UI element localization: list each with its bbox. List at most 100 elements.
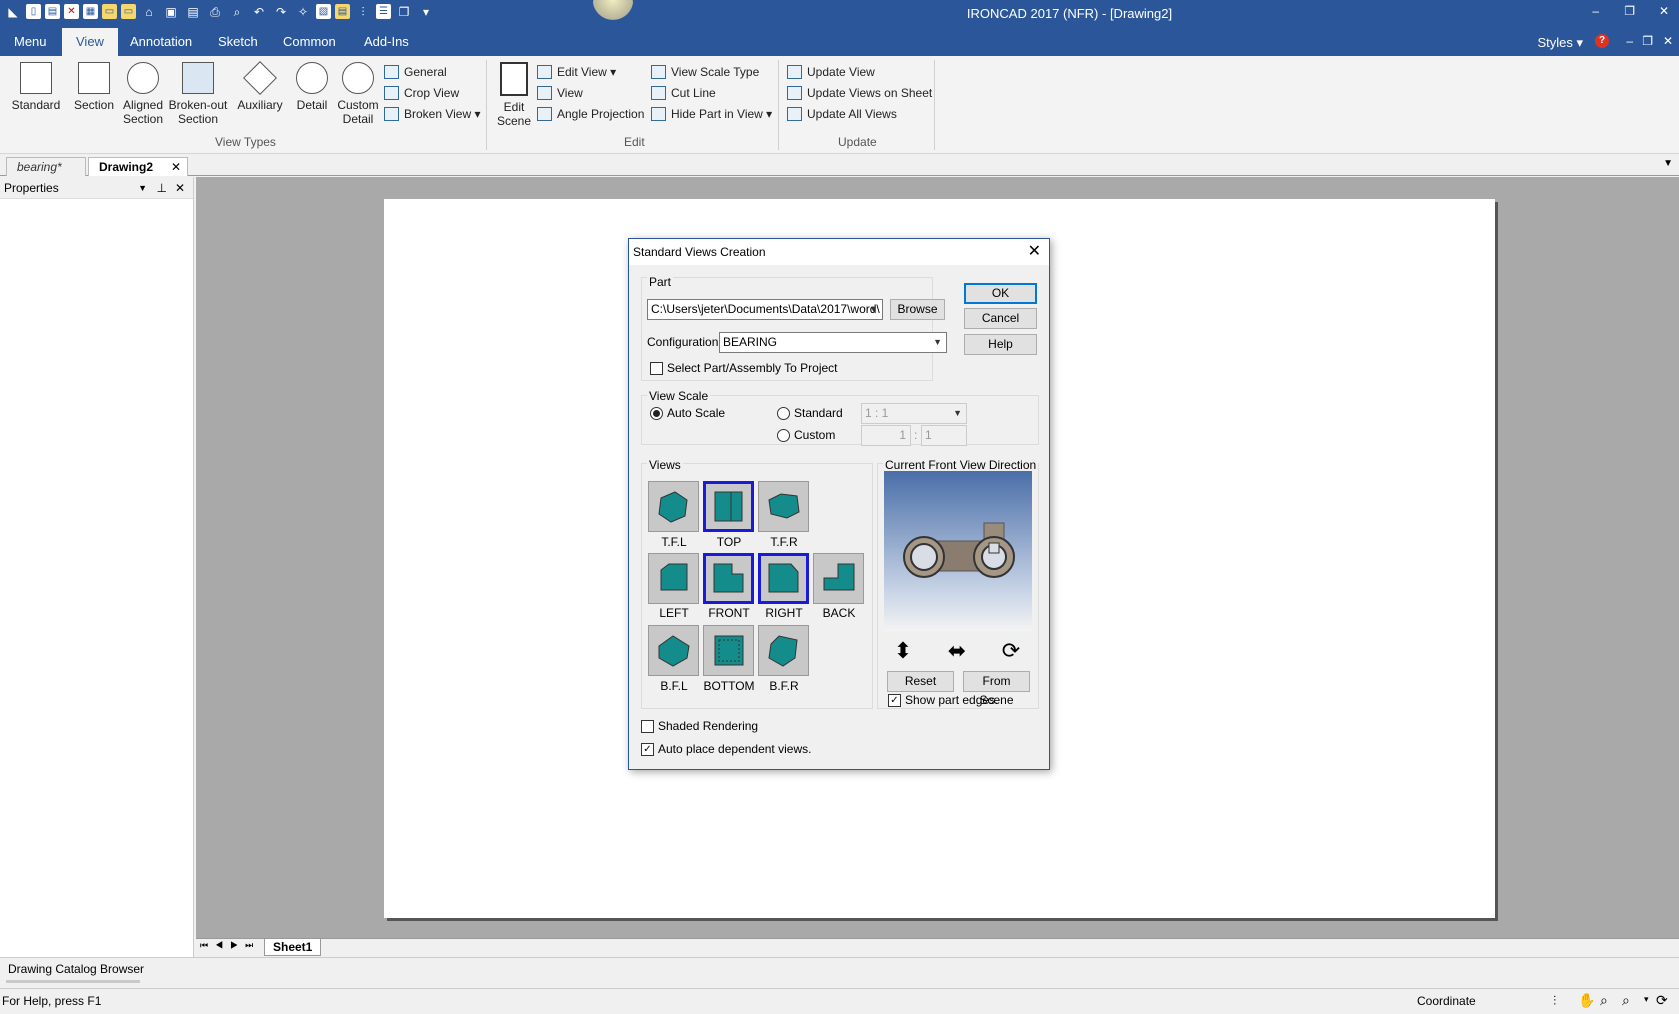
cancel-button[interactable]: Cancel xyxy=(964,308,1037,329)
flip-horizontal-button[interactable]: ⬌ xyxy=(939,636,975,668)
dialog-title: Standard Views Creation xyxy=(633,245,766,259)
pan-icon[interactable]: ✋ xyxy=(1578,992,1595,1009)
reset-button[interactable]: Reset xyxy=(887,671,954,692)
sheet-nav-arrows[interactable]: ⏮◀▶⏭ xyxy=(200,940,260,951)
pin-icon[interactable]: ⊥ xyxy=(157,177,167,199)
tab-add-ins[interactable]: Add-Ins xyxy=(350,28,423,56)
panel-close-icon[interactable]: ✕ xyxy=(175,177,185,199)
front-direction-preview xyxy=(884,471,1032,631)
standard-view-button[interactable]: Standard xyxy=(10,62,62,112)
app-title: IRONCAD 2017 (NFR) - [Drawing2] xyxy=(966,6,1173,21)
show-part-edges-checkbox[interactable]: ✓ Show part edges. xyxy=(888,693,998,709)
view-bfl-button[interactable] xyxy=(648,625,699,676)
rotate-view-icon[interactable]: ⟳ xyxy=(1656,992,1668,1009)
ruler-tool-icon[interactable]: ⫶ xyxy=(1553,993,1556,1009)
auxiliary-view-button[interactable]: Auxiliary xyxy=(234,61,286,112)
tab-view[interactable]: View xyxy=(62,28,118,56)
view-back-button[interactable] xyxy=(813,553,864,604)
styles-menu[interactable]: Styles ▾ xyxy=(1537,35,1583,51)
configuration-combo[interactable]: BEARING ▼ xyxy=(719,332,947,353)
part-path-combo[interactable]: C:\Users\jeter\Documents\Data\2017\word\… xyxy=(647,299,883,320)
aligned-section-icon xyxy=(127,62,159,94)
properties-title: Properties xyxy=(4,181,59,195)
general-view-button[interactable]: General xyxy=(384,63,447,81)
catalog-browser-bar[interactable]: Drawing Catalog Browser xyxy=(0,957,1679,983)
tab-sketch[interactable]: Sketch xyxy=(204,28,272,56)
tab-common[interactable]: Common xyxy=(269,28,350,56)
sheet-tab-sheet1[interactable]: Sheet1 xyxy=(264,939,322,956)
mdi-minimize-button[interactable]: – xyxy=(1626,34,1633,48)
view-scale-type-icon xyxy=(651,65,666,79)
tab-list-chevron-icon[interactable]: ▼ xyxy=(1663,158,1673,169)
ok-button[interactable]: OK xyxy=(964,283,1037,304)
view-left-button[interactable] xyxy=(648,553,699,604)
restore-button[interactable]: ❐ xyxy=(1624,4,1635,18)
close-tab-icon[interactable]: ✕ xyxy=(171,158,181,176)
crop-view-button[interactable]: Crop View xyxy=(384,84,459,102)
custom-scale-separator: : xyxy=(914,428,918,442)
view-tfl-button[interactable] xyxy=(648,481,699,532)
select-part-checkbox[interactable]: Select Part/Assembly To Project xyxy=(650,361,838,377)
update-all-views-button[interactable]: Update All Views xyxy=(787,105,897,123)
configuration-label: Configuration: xyxy=(647,335,722,349)
flip-vertical-button[interactable]: ⬍ xyxy=(885,636,921,668)
update-views-on-sheet-button[interactable]: Update Views on Sheet xyxy=(787,84,932,102)
broken-view-button[interactable]: Broken View ▾ xyxy=(384,105,481,123)
view-scale-type-button[interactable]: View Scale Type xyxy=(651,63,759,81)
close-button[interactable]: ✕ xyxy=(1659,4,1669,18)
zoom-window-icon[interactable]: ⌕ xyxy=(1622,992,1630,1009)
broken-out-section-button[interactable]: Broken-out Section xyxy=(166,62,230,126)
dialog-close-icon[interactable]: ✕ xyxy=(1028,239,1041,265)
help-icon[interactable]: ? xyxy=(1595,34,1609,48)
zoom-icon[interactable]: ⌕ xyxy=(1600,992,1608,1009)
view-front-button[interactable] xyxy=(703,553,754,604)
zoom-dropdown-chevron-icon[interactable]: ▾ xyxy=(1644,994,1649,1005)
catalog-scrollbar[interactable] xyxy=(6,980,140,983)
doc-tab-drawing2[interactable]: Drawing2 ✕ xyxy=(88,157,188,176)
detail-view-button[interactable]: Detail xyxy=(292,62,332,112)
rotate-button[interactable]: ⟳ xyxy=(993,636,1029,668)
tab-annotation[interactable]: Annotation xyxy=(116,28,206,56)
rotate-icon: ⟳ xyxy=(1001,638,1021,663)
cut-line-button[interactable]: Cut Line xyxy=(651,84,716,102)
view-tfr-button[interactable] xyxy=(758,481,809,532)
custom-detail-button[interactable]: Custom Detail xyxy=(336,62,380,126)
aligned-section-button[interactable]: Aligned Section xyxy=(120,62,166,126)
auxiliary-view-icon xyxy=(243,61,277,95)
minimize-button[interactable]: – xyxy=(1592,4,1599,18)
help-button[interactable]: Help xyxy=(964,334,1037,355)
mdi-close-button[interactable]: ✕ xyxy=(1663,34,1673,48)
auto-place-views-checkbox[interactable]: ✓ Auto place dependent views. xyxy=(641,742,811,758)
section-view-button[interactable]: Section xyxy=(66,62,122,112)
auto-scale-radio[interactable]: Auto Scale xyxy=(650,406,725,422)
status-bar: For Help, press F1 Coordinate ⫶ ✋ ⌕ ⌕ ▾ … xyxy=(0,988,1679,1014)
angle-projection-button[interactable]: Angle Projection xyxy=(537,105,644,123)
custom-scale-a-input[interactable]: 1 xyxy=(861,425,911,446)
edit-view-button[interactable]: Edit View ▾ xyxy=(537,63,616,81)
standard-scale-radio[interactable]: Standard xyxy=(777,406,843,422)
custom-scale-radio[interactable]: Custom xyxy=(777,428,835,444)
view-icon xyxy=(537,86,552,100)
view-scale-label: View Scale xyxy=(647,389,711,403)
mdi-restore-button[interactable]: ❐ xyxy=(1642,34,1653,48)
doc-tab-bearing[interactable]: bearing* xyxy=(6,157,86,176)
browse-button[interactable]: Browse xyxy=(890,299,945,320)
edit-scene-button[interactable]: Edit Scene xyxy=(494,62,534,128)
from-scene-button[interactable]: From Scene xyxy=(963,671,1030,707)
view-right-button[interactable] xyxy=(758,553,809,604)
view-bottom-button[interactable] xyxy=(703,625,754,676)
standard-scale-combo[interactable]: 1 : 1 ▼ xyxy=(861,403,967,424)
view-bfr-label: B.F.R xyxy=(769,679,799,693)
shaded-rendering-checkbox[interactable]: Shaded Rendering xyxy=(641,719,758,735)
update-view-button[interactable]: Update View xyxy=(787,63,875,81)
custom-scale-b-input[interactable]: 1 xyxy=(921,425,967,446)
hide-part-in-view-button[interactable]: Hide Part in View ▾ xyxy=(651,105,772,123)
view-button[interactable]: View xyxy=(537,84,583,102)
panel-menu-chevron-icon[interactable]: ▼ xyxy=(138,177,147,199)
view-top-button[interactable] xyxy=(703,481,754,532)
standard-views-dialog: Standard Views Creation ✕ Part C:\Users\… xyxy=(628,238,1050,770)
tab-menu[interactable]: Menu xyxy=(0,28,61,56)
part-group-label: Part xyxy=(647,275,674,289)
catalog-browser-label[interactable]: Drawing Catalog Browser xyxy=(8,962,144,976)
view-bfr-button[interactable] xyxy=(758,625,809,676)
